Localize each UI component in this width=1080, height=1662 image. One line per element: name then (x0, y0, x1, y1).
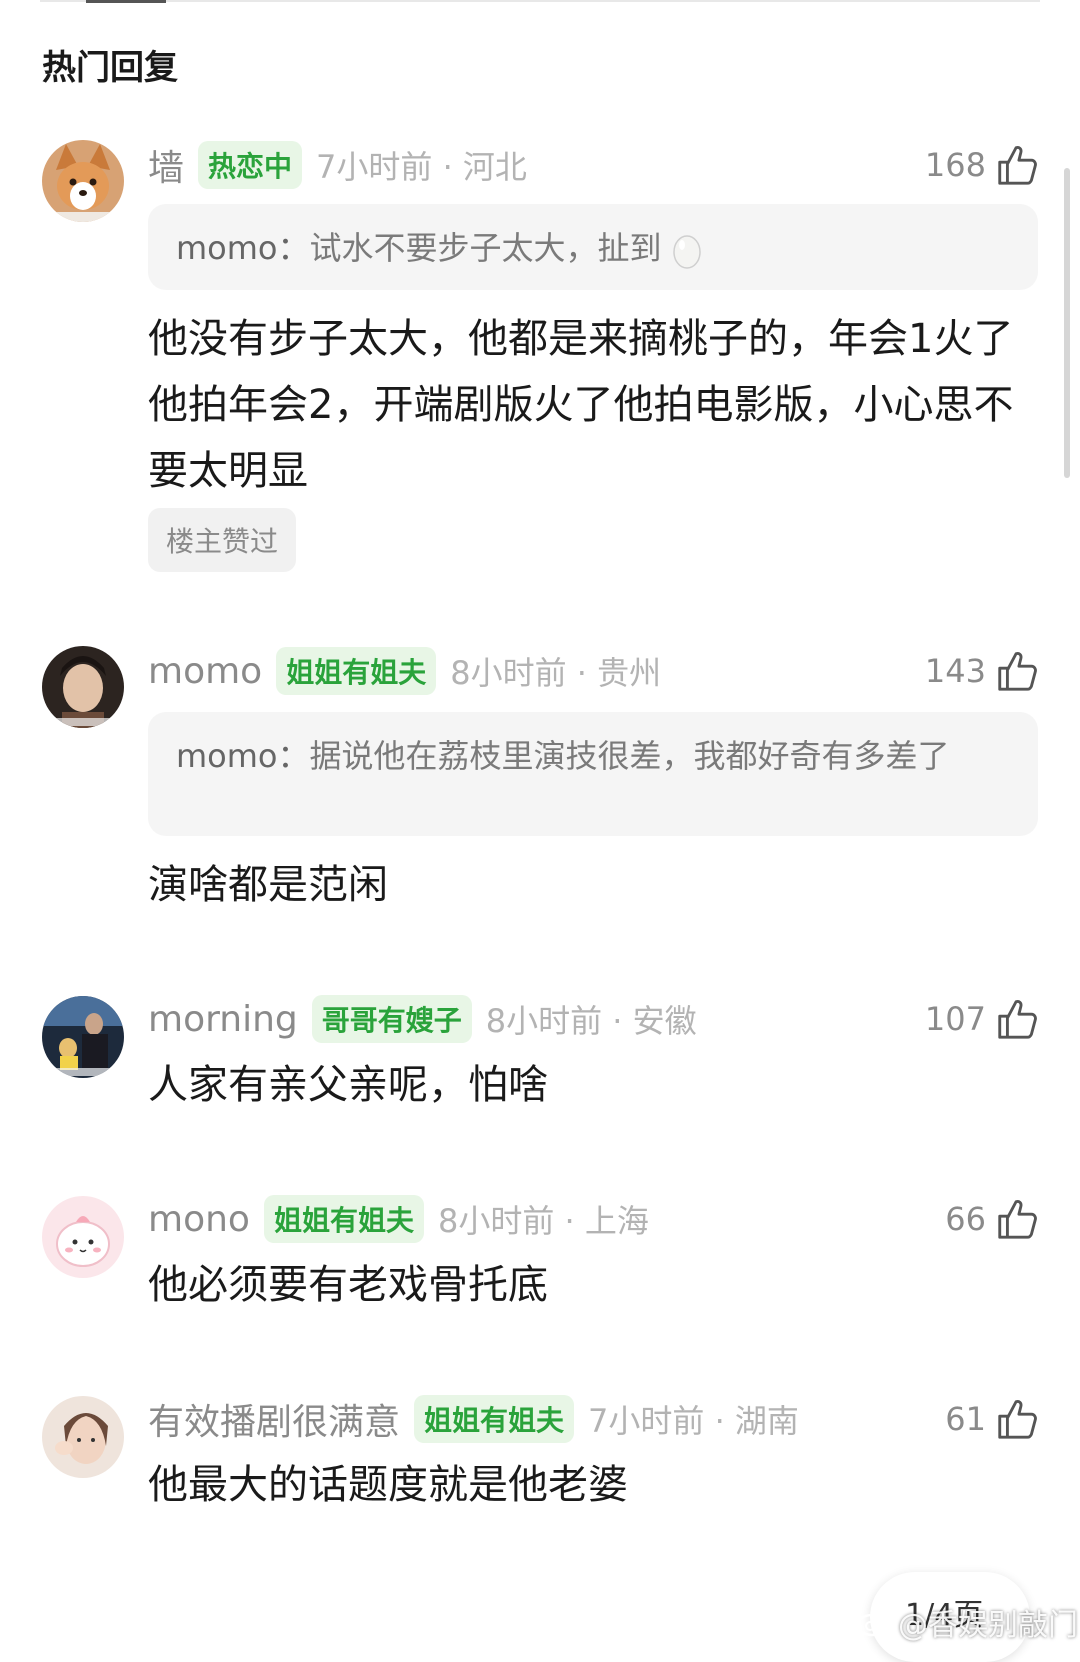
like-button[interactable]: 66 (945, 1196, 1040, 1242)
user-badge: 哥哥有嫂子 (311, 995, 472, 1043)
thumbs-up-icon (998, 1200, 1037, 1239)
thumbs-up-icon (998, 1000, 1037, 1039)
comment-meta: 7小时前 · 湖南 (588, 1402, 799, 1440)
tab-indicator (86, 0, 166, 3)
section-title: 热门回复 (42, 48, 178, 88)
like-count: 61 (945, 1400, 986, 1438)
comment-meta: 8小时前 · 上海 (437, 1202, 649, 1240)
quoted-username: momo： (176, 737, 310, 775)
avatar[interactable] (42, 1196, 124, 1278)
quoted-text: 据说他在荔枝里演技很差，我都好奇有多差了 (309, 737, 950, 775)
comment-body: 他没有步子太大，他都是来摘桃子的，年会1火了他拍年会2，开端剧版火了他拍电影版，… (148, 316, 1014, 494)
username[interactable]: 有效播剧很满意 (148, 1393, 400, 1445)
user-badge: 姐姐有姐夫 (263, 1195, 424, 1243)
thumbs-up-icon (998, 146, 1037, 185)
like-button[interactable]: 107 (925, 996, 1040, 1042)
username[interactable]: 墙 (148, 139, 184, 191)
like-count: 66 (945, 1200, 986, 1238)
comment-meta: 8小时前 · 贵州 (450, 654, 662, 692)
thumbs-up-icon (998, 1400, 1037, 1439)
thumbs-up-icon (998, 652, 1037, 691)
like-count: 168 (924, 146, 986, 184)
like-count: 143 (924, 652, 986, 690)
comment-header: 墙 热恋中 7小时前 · 河北 168 (148, 140, 1040, 190)
like-button[interactable]: 61 (945, 1396, 1040, 1442)
quoted-reply[interactable]: momo：试水不要步子太大，扯到 (148, 204, 1038, 290)
like-button[interactable]: 168 (925, 142, 1040, 188)
avatar[interactable] (42, 996, 124, 1078)
comment-meta: 7小时前 · 河北 (316, 148, 527, 186)
quoted-username: momo： (176, 229, 310, 267)
comment-body: 他最大的话题度就是他老婆 (148, 1462, 628, 1508)
quoted-text: 试水不要步子太大，扯到 (309, 229, 662, 267)
username[interactable]: morning (148, 999, 298, 1040)
comment-header: morning 哥哥有嫂子 8小时前 · 安徽 107 (148, 994, 1040, 1044)
author-liked-tag: 楼主赞过 (148, 508, 297, 572)
avatar[interactable] (42, 140, 124, 222)
top-divider (40, 0, 1040, 2)
quoted-reply[interactable]: momo：据说他在荔枝里演技很差，我都好奇有多差了 (148, 712, 1038, 836)
like-count: 107 (924, 1000, 986, 1038)
comment-body: 人家有亲父亲呢，怕啥 (148, 1062, 548, 1108)
scrollbar[interactable] (1064, 168, 1070, 478)
avatar[interactable] (42, 646, 124, 728)
username[interactable]: mono (148, 1199, 250, 1240)
watermark: @香娱别敲门 (856, 1600, 1078, 1644)
username[interactable]: momo (148, 651, 262, 692)
user-badge: 姐姐有姐夫 (276, 647, 437, 695)
weibo-logo-icon (856, 1609, 892, 1637)
like-button[interactable]: 143 (925, 648, 1040, 694)
comment-body: 演啥都是范闲 (148, 862, 388, 908)
avatar[interactable] (42, 1396, 124, 1478)
egg-emoji (672, 235, 701, 269)
user-badge: 热恋中 (198, 141, 303, 189)
comment-header: momo 姐姐有姐夫 8小时前 · 贵州 143 (148, 646, 1040, 696)
comment-header: mono 姐姐有姐夫 8小时前 · 上海 66 (148, 1194, 1040, 1244)
comment-header: 有效播剧很满意 姐姐有姐夫 7小时前 · 湖南 61 (148, 1394, 1040, 1444)
comment-meta: 8小时前 · 安徽 (485, 1002, 697, 1040)
user-badge: 姐姐有姐夫 (414, 1395, 575, 1443)
comment-body: 他必须要有老戏骨托底 (148, 1262, 548, 1308)
watermark-text: @香娱别敲门 (898, 1608, 1078, 1643)
